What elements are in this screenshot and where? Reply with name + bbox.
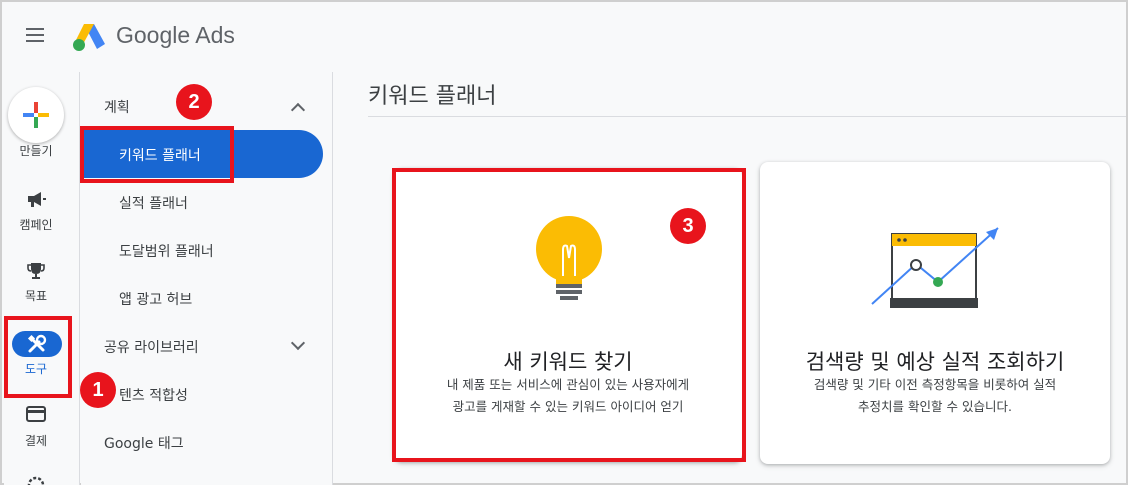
- create-label: 만들기: [19, 144, 53, 158]
- trend-chart-icon: [871, 227, 999, 308]
- trophy-icon[interactable]: [26, 261, 46, 281]
- card-title: 검색량 및 예상 실적 조회하기: [805, 350, 1065, 374]
- menu-item-label: 텐츠 적합성: [119, 388, 188, 404]
- menu-section-shared-label: 공유 라이브러리: [104, 340, 199, 356]
- menu-item-label: 실적 플래너: [119, 196, 188, 212]
- top-bar: Google Ads: [4, 4, 1126, 66]
- plus-icon: [23, 102, 49, 128]
- credit-card-icon[interactable]: [26, 406, 46, 422]
- rail-billing-label[interactable]: 결제: [4, 432, 68, 449]
- menu-item-google-tag[interactable]: Google 태그: [81, 422, 333, 462]
- menu-item-label: 도달범위 플래너: [119, 244, 214, 260]
- chevron-up-icon: [290, 102, 306, 118]
- menu-item-keyword-planner-label: 키워드 플래너: [119, 148, 201, 164]
- annotation-badge-1: 1: [80, 372, 116, 408]
- menu-item-label: Google 태그: [104, 436, 184, 452]
- app-window: Google Ads 만들기 캠페인 목표 도구 결제 계획 키워드 플래너 실…: [0, 0, 1128, 485]
- menu-item-label: 앱 광고 허브: [119, 292, 193, 308]
- app-brand: Google Ads: [116, 22, 235, 48]
- annotation-badge-3: 3: [670, 208, 706, 244]
- create-button[interactable]: [8, 87, 64, 143]
- google-ads-logo-icon: [73, 24, 105, 51]
- gear-icon[interactable]: [26, 474, 46, 485]
- menu-item-content-suitability[interactable]: 텐츠 적합성: [81, 374, 333, 414]
- menu-item-performance-planner[interactable]: 실적 플래너: [81, 182, 333, 222]
- annotation-badge-2: 2: [176, 84, 212, 120]
- rail-goals-label[interactable]: 목표: [4, 287, 68, 304]
- card-description-line2: 광고를 게재할 수 있는 키워드 아이디어 얻기: [452, 399, 684, 414]
- menu-item-keyword-planner[interactable]: 키워드 플래너: [81, 130, 323, 178]
- menu-section-plan-label: 계획: [104, 100, 130, 116]
- card-title: 새 키워드 찾기: [503, 350, 633, 374]
- search-volume-forecast-card[interactable]: 검색량 및 예상 실적 조회하기 검색량 및 기타 이전 측정항목을 비롯하여 …: [760, 162, 1110, 464]
- rail-campaign-label[interactable]: 캠페인: [4, 216, 68, 233]
- menu-section-shared-library[interactable]: 공유 라이브러리: [81, 326, 333, 366]
- title-divider: [368, 116, 1126, 117]
- left-rail: 만들기 캠페인 목표 도구 결제: [4, 72, 80, 485]
- card-description-line1: 내 제품 또는 서비스에 관심이 있는 사용자에게: [446, 377, 690, 392]
- rail-tools-button[interactable]: [12, 331, 62, 357]
- megaphone-icon[interactable]: [26, 190, 46, 208]
- page-title: 키워드 플래너: [368, 84, 497, 109]
- card-description-line2: 추정치를 확인할 수 있습니다.: [858, 399, 1012, 414]
- card-description-line1: 검색량 및 기타 이전 측정항목을 비롯하여 실적: [813, 377, 1057, 392]
- rail-tools-label[interactable]: 도구: [4, 360, 68, 377]
- menu-item-reach-planner[interactable]: 도달범위 플래너: [81, 230, 333, 270]
- tools-menu: 계획 키워드 플래너 실적 플래너 도달범위 플래너 앱 광고 허브 공유 라이…: [81, 72, 333, 485]
- chevron-down-icon: [290, 335, 306, 351]
- menu-item-app-ads-hub[interactable]: 앱 광고 허브: [81, 278, 333, 318]
- tools-icon: [27, 334, 47, 353]
- menu-icon[interactable]: [26, 28, 46, 44]
- lightbulb-icon: [536, 216, 602, 300]
